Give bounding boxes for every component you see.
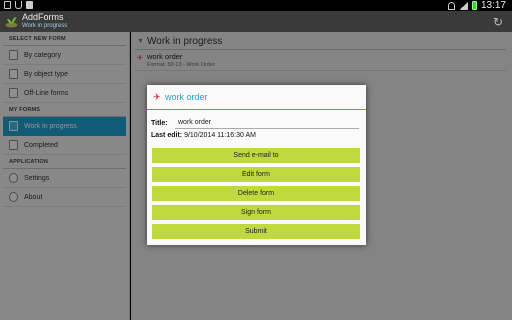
edit-form-button[interactable]: Edit form bbox=[152, 167, 360, 182]
delete-form-button[interactable]: Delete form bbox=[152, 186, 360, 201]
title-label: Title: bbox=[151, 120, 168, 127]
dialog-title: work order bbox=[165, 92, 208, 102]
title-input[interactable]: work order bbox=[175, 118, 359, 129]
document-icon bbox=[26, 1, 33, 9]
signal-icon bbox=[458, 1, 468, 10]
image-icon bbox=[4, 1, 11, 9]
pdf-icon: ✈ bbox=[153, 92, 161, 102]
battery-icon bbox=[471, 1, 477, 10]
refresh-icon[interactable]: ↻ bbox=[492, 16, 504, 28]
last-edit-label: Last edit: bbox=[151, 132, 183, 139]
last-edit-row: Last edit: 9/10/2014 11:16:30 AM bbox=[151, 132, 256, 139]
app-logo-icon[interactable] bbox=[5, 15, 18, 28]
action-bar: AddForms Work in progress ↻ bbox=[0, 11, 512, 32]
submit-button[interactable]: Submit bbox=[152, 224, 360, 239]
clock: 13:17 bbox=[480, 0, 506, 11]
sign-form-button[interactable]: Sign form bbox=[152, 205, 360, 220]
dialog-header: ✈ work order bbox=[147, 85, 366, 110]
form-actions-dialog: ✈ work order Title: work order Last edit… bbox=[147, 85, 366, 245]
usb-icon bbox=[15, 1, 22, 9]
wifi-icon bbox=[447, 1, 455, 10]
app-subtitle: Work in progress bbox=[22, 23, 68, 29]
last-edit-value: 9/10/2014 11:16:30 AM bbox=[184, 132, 256, 139]
send-email-button[interactable]: Send e-mail to bbox=[152, 148, 360, 163]
title-field: Title: work order bbox=[151, 118, 359, 129]
status-bar: 13:17 bbox=[0, 0, 512, 11]
app-title: AddForms bbox=[22, 12, 64, 22]
